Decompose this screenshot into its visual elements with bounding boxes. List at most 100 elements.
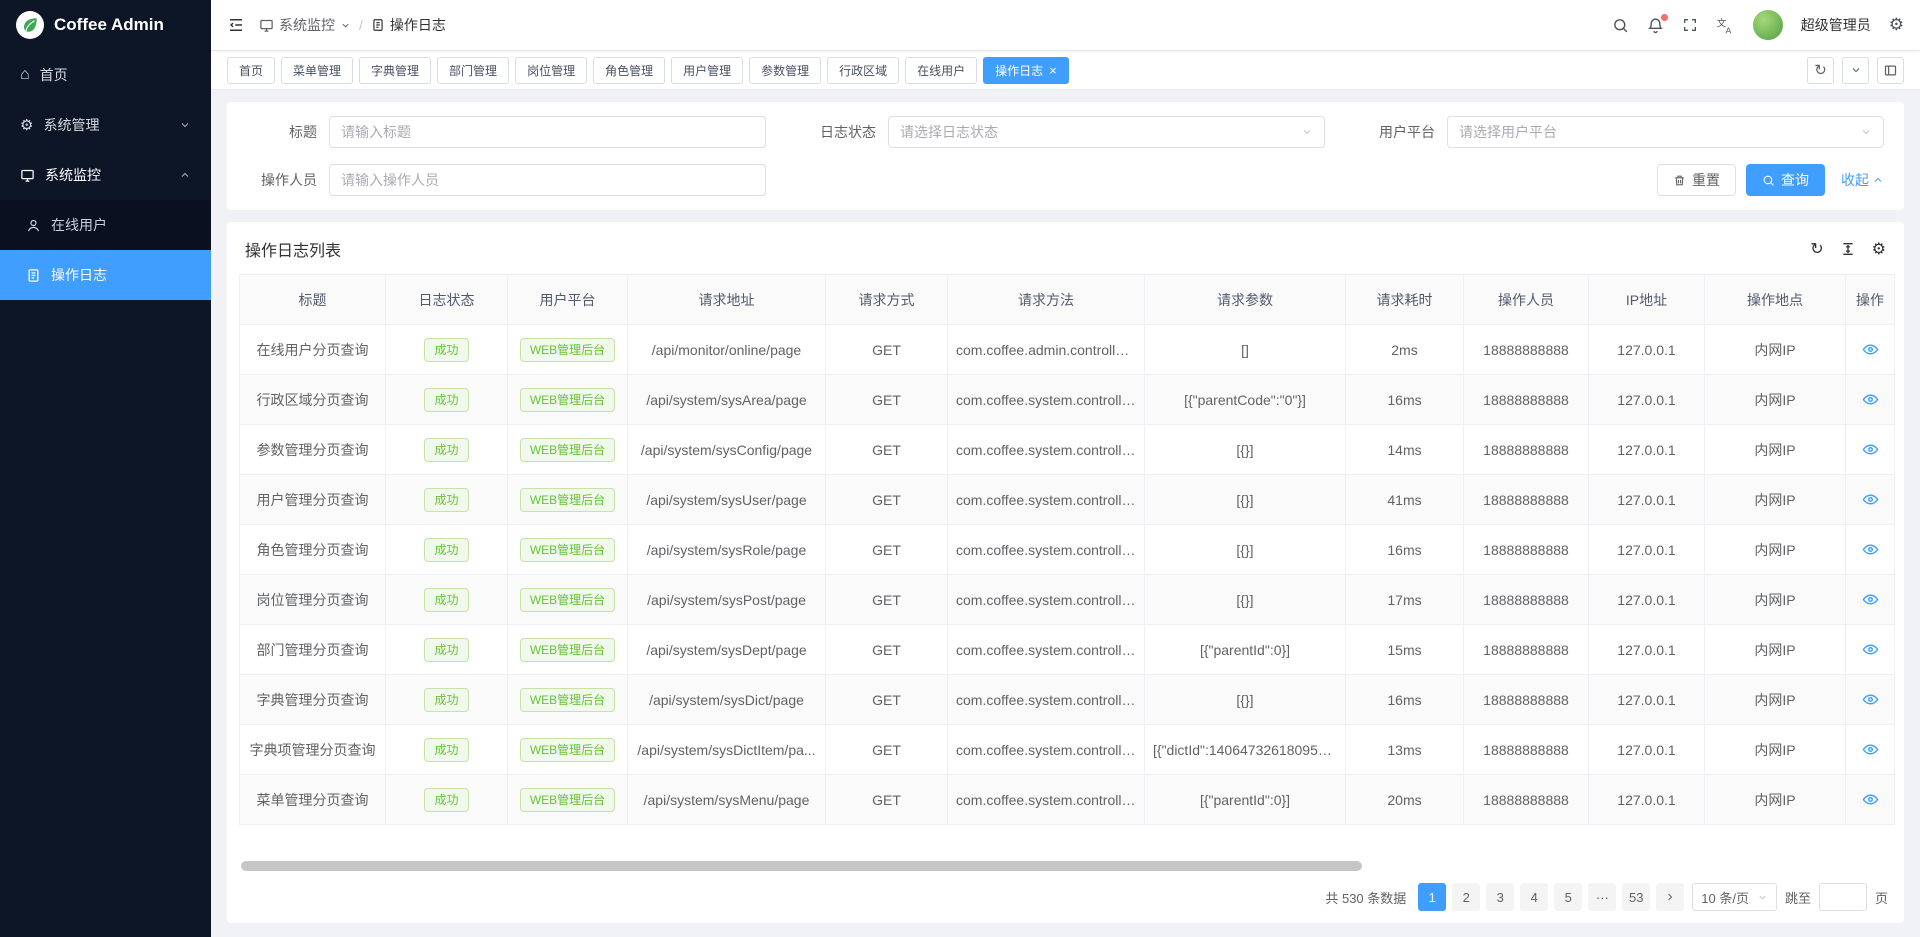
cell-operator: 18888888888 <box>1464 525 1589 575</box>
cell-title: 岗位管理分页查询 <box>240 575 386 625</box>
collapse-label: 收起 <box>1841 170 1869 190</box>
reset-button[interactable]: 重置 <box>1657 164 1736 196</box>
cell-status: 成功 <box>386 775 508 825</box>
view-button[interactable] <box>1862 591 1879 608</box>
table-title: 操作日志列表 <box>245 237 341 261</box>
column-header: 请求方式 <box>826 275 948 325</box>
next-page-button[interactable] <box>1656 883 1684 911</box>
search-button[interactable]: 查询 <box>1746 164 1825 196</box>
page-button[interactable]: 1 <box>1418 883 1446 911</box>
view-button[interactable] <box>1862 791 1879 808</box>
cell-handler: com.coffee.admin.controller... <box>948 325 1145 375</box>
tab-config-management[interactable]: 参数管理 <box>749 57 821 84</box>
home-icon: ⌂ <box>20 67 30 83</box>
view-button[interactable] <box>1862 691 1879 708</box>
avatar[interactable] <box>1753 10 1783 40</box>
refresh-icon[interactable]: ↻ <box>1807 57 1834 84</box>
cell-ip: 127.0.0.1 <box>1589 725 1705 775</box>
view-button[interactable] <box>1862 541 1879 558</box>
tab-online-user[interactable]: 在线用户 <box>905 57 977 84</box>
operator-input[interactable] <box>329 164 766 196</box>
status-tag: 成功 <box>424 688 468 712</box>
cell-platform: WEB管理后台 <box>508 525 628 575</box>
column-header: 用户平台 <box>508 275 628 325</box>
search-icon[interactable] <box>1612 17 1629 34</box>
sidebar-item-label: 首页 <box>40 65 68 85</box>
refresh-icon[interactable]: ↻ <box>1810 239 1823 259</box>
translate-icon[interactable]: 文A <box>1716 16 1735 35</box>
cell-action <box>1846 475 1895 525</box>
view-button[interactable] <box>1862 491 1879 508</box>
cell-handler: com.coffee.system.controlle... <box>948 575 1145 625</box>
page-size-value: 10 条/页 <box>1701 888 1749 907</box>
cell-title: 在线用户分页查询 <box>240 325 386 375</box>
table-row: 部门管理分页查询成功WEB管理后台/api/system/sysDept/pag… <box>240 625 1895 675</box>
menu-fold-icon[interactable] <box>227 16 245 34</box>
page-button[interactable]: 53 <box>1622 883 1650 911</box>
cell-operator: 18888888888 <box>1464 725 1589 775</box>
collapse-link[interactable]: 收起 <box>1841 170 1884 190</box>
cell-method: GET <box>826 425 948 475</box>
table-spacer <box>239 825 1892 857</box>
cell-title: 参数管理分页查询 <box>240 425 386 475</box>
column-header: 日志状态 <box>386 275 508 325</box>
sidebar-item-system-management[interactable]: ⚙系统管理 <box>0 100 211 150</box>
chevron-down-icon <box>340 20 351 31</box>
user-name[interactable]: 超级管理员 <box>1801 15 1871 35</box>
cell-duration: 20ms <box>1346 775 1464 825</box>
gear-icon[interactable]: ⚙ <box>1872 239 1886 259</box>
jump-input[interactable] <box>1819 883 1867 911</box>
sidebar-item-label: 操作日志 <box>51 265 107 285</box>
sidebar-item-home[interactable]: ⌂ 首页 <box>0 50 211 100</box>
platform-tag: WEB管理后台 <box>520 438 615 462</box>
sidebar-item-system-monitor[interactable]: 系统监控 <box>0 150 211 200</box>
view-button[interactable] <box>1862 641 1879 658</box>
page-button[interactable]: 2 <box>1452 883 1480 911</box>
user-platform-select[interactable]: 请选择用户平台 <box>1447 116 1884 148</box>
tab-post-management[interactable]: 岗位管理 <box>515 57 587 84</box>
scrollbar-thumb[interactable] <box>241 861 1362 871</box>
table-tools: ↻ ⚙ <box>1810 239 1886 259</box>
tab-role-management[interactable]: 角色管理 <box>593 57 665 84</box>
cell-operator: 18888888888 <box>1464 775 1589 825</box>
fullscreen-icon[interactable] <box>1682 17 1698 33</box>
tab-home[interactable]: 首页 <box>227 57 275 84</box>
gear-icon[interactable]: ⚙ <box>1889 15 1904 35</box>
close-icon[interactable]: × <box>1049 64 1057 77</box>
tab-dept-management[interactable]: 部门管理 <box>437 57 509 84</box>
table-row: 菜单管理分页查询成功WEB管理后台/api/system/sysMenu/pag… <box>240 775 1895 825</box>
title-input[interactable] <box>329 116 766 148</box>
page-size-select[interactable]: 10 条/页 <box>1692 883 1777 911</box>
page-button[interactable]: 4 <box>1520 883 1548 911</box>
tab-user-management[interactable]: 用户管理 <box>671 57 743 84</box>
tab-dict-management[interactable]: 字典管理 <box>359 57 431 84</box>
cell-method: GET <box>826 725 948 775</box>
page-button[interactable]: 3 <box>1486 883 1514 911</box>
gear-icon: ⚙ <box>20 118 33 133</box>
logo[interactable]: Coffee Admin <box>0 0 211 50</box>
page-more-button[interactable]: ··· <box>1588 883 1616 911</box>
cell-platform: WEB管理后台 <box>508 675 628 725</box>
platform-tag: WEB管理后台 <box>520 388 615 412</box>
view-button[interactable] <box>1862 391 1879 408</box>
tab-menu-management[interactable]: 菜单管理 <box>281 57 353 84</box>
sidebar-item-online-user[interactable]: 在线用户 <box>0 200 211 250</box>
tab-operation-log[interactable]: 操作日志× <box>983 57 1069 84</box>
breadcrumb-item-monitor[interactable]: 系统监控 <box>259 15 351 35</box>
cell-status: 成功 <box>386 675 508 725</box>
view-button[interactable] <box>1862 341 1879 358</box>
sidebar-item-operation-log[interactable]: 操作日志 <box>0 250 211 300</box>
chevron-down-icon[interactable] <box>1842 57 1869 84</box>
tab-label: 参数管理 <box>761 62 809 79</box>
cell-ip: 127.0.0.1 <box>1589 425 1705 475</box>
log-status-select[interactable]: 请选择日志状态 <box>888 116 1325 148</box>
view-button[interactable] <box>1862 741 1879 758</box>
density-icon[interactable] <box>1840 241 1856 257</box>
page-button[interactable]: 5 <box>1554 883 1582 911</box>
cell-method: GET <box>826 375 948 425</box>
status-tag: 成功 <box>424 488 468 512</box>
content-screen-icon[interactable] <box>1877 57 1904 84</box>
view-button[interactable] <box>1862 441 1879 458</box>
bell-icon[interactable] <box>1647 17 1664 34</box>
tab-area-management[interactable]: 行政区域 <box>827 57 899 84</box>
